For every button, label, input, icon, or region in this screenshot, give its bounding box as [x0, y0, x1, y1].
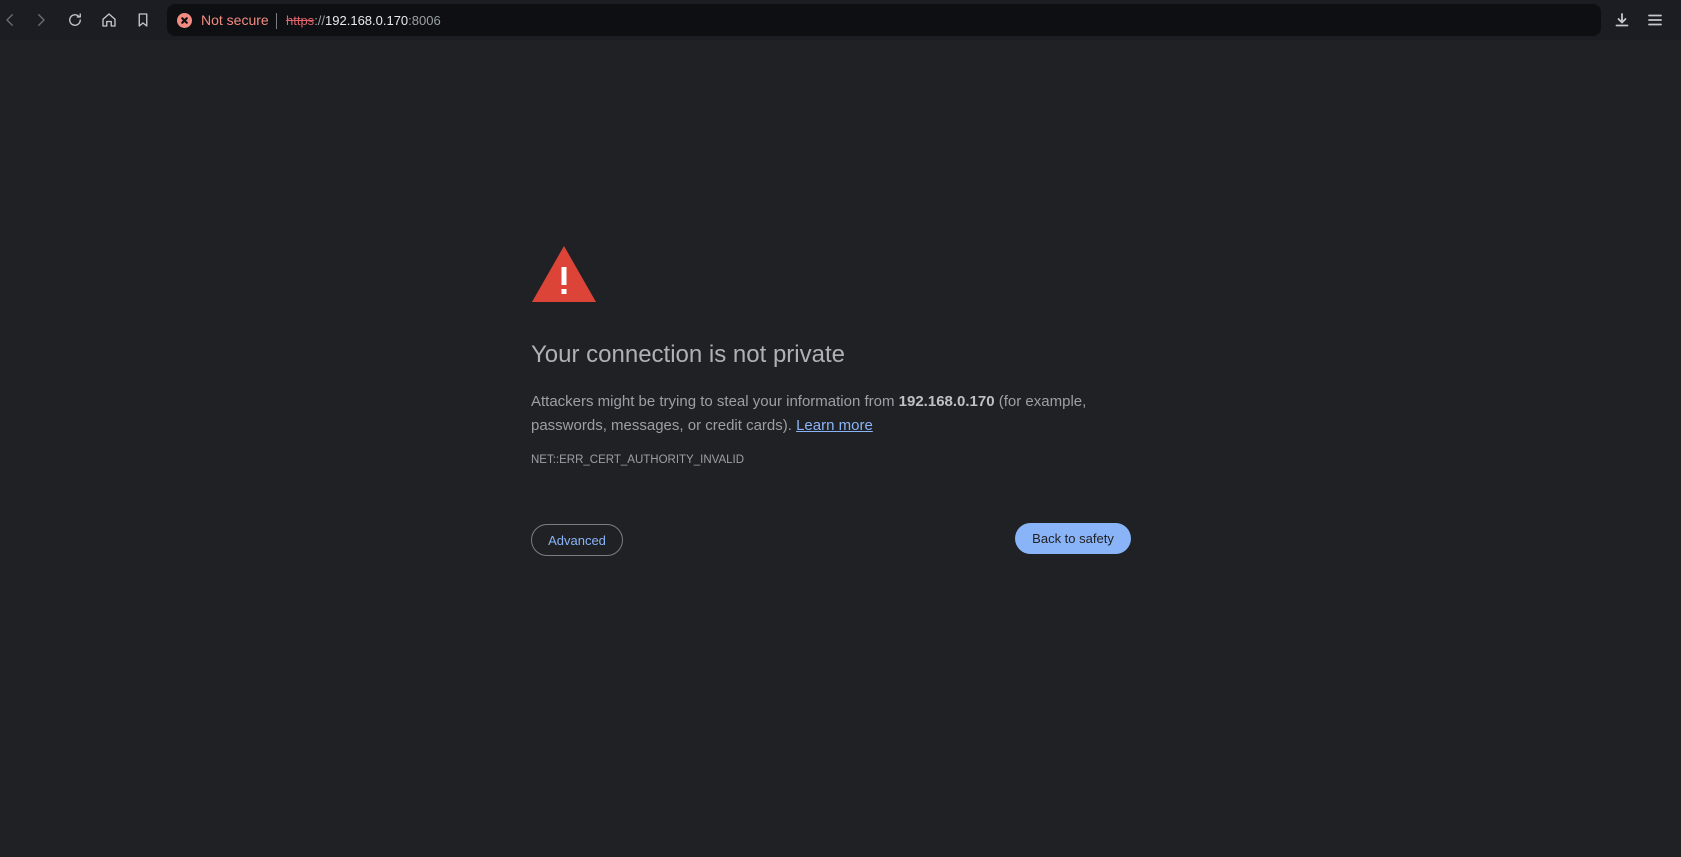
message-prefix: Attackers might be trying to steal your … — [531, 393, 899, 410]
message-host: 192.168.0.170 — [898, 393, 995, 410]
error-code: NET::ERR_CERT_AUTHORITY_INVALID — [531, 454, 745, 466]
page-title: Your connection is not private — [531, 341, 845, 368]
url-separator: :// — [314, 13, 326, 28]
hamburger-menu-icon[interactable] — [1644, 9, 1666, 31]
forward-arrow-icon[interactable] — [29, 8, 53, 32]
url-scheme: https — [286, 13, 315, 28]
download-icon[interactable] — [1611, 9, 1633, 31]
url-text[interactable]: https://192.168.0.170:8006 — [286, 13, 441, 28]
learn-more-link[interactable]: Learn more — [796, 417, 873, 434]
reload-icon[interactable] — [63, 8, 87, 32]
home-icon[interactable] — [97, 8, 121, 32]
address-bar[interactable]: Not secure https://192.168.0.170:8006 — [167, 4, 1601, 36]
omnibox-divider — [276, 13, 277, 29]
browser-toolbar: Not secure https://192.168.0.170:8006 — [0, 0, 1681, 40]
url-host: 192.168.0.170 — [325, 13, 409, 28]
bookmark-icon[interactable] — [131, 8, 155, 32]
warning-message: Attackers might be trying to steal your … — [531, 390, 1131, 438]
not-secure-label[interactable]: Not secure — [201, 12, 269, 28]
url-port: :8006 — [408, 13, 441, 28]
not-secure-icon[interactable] — [177, 13, 192, 28]
back-to-safety-button[interactable]: Back to safety — [1015, 523, 1131, 554]
advanced-button[interactable]: Advanced — [531, 524, 623, 556]
warning-triangle-icon — [531, 245, 597, 303]
back-arrow-icon[interactable] — [0, 8, 22, 32]
